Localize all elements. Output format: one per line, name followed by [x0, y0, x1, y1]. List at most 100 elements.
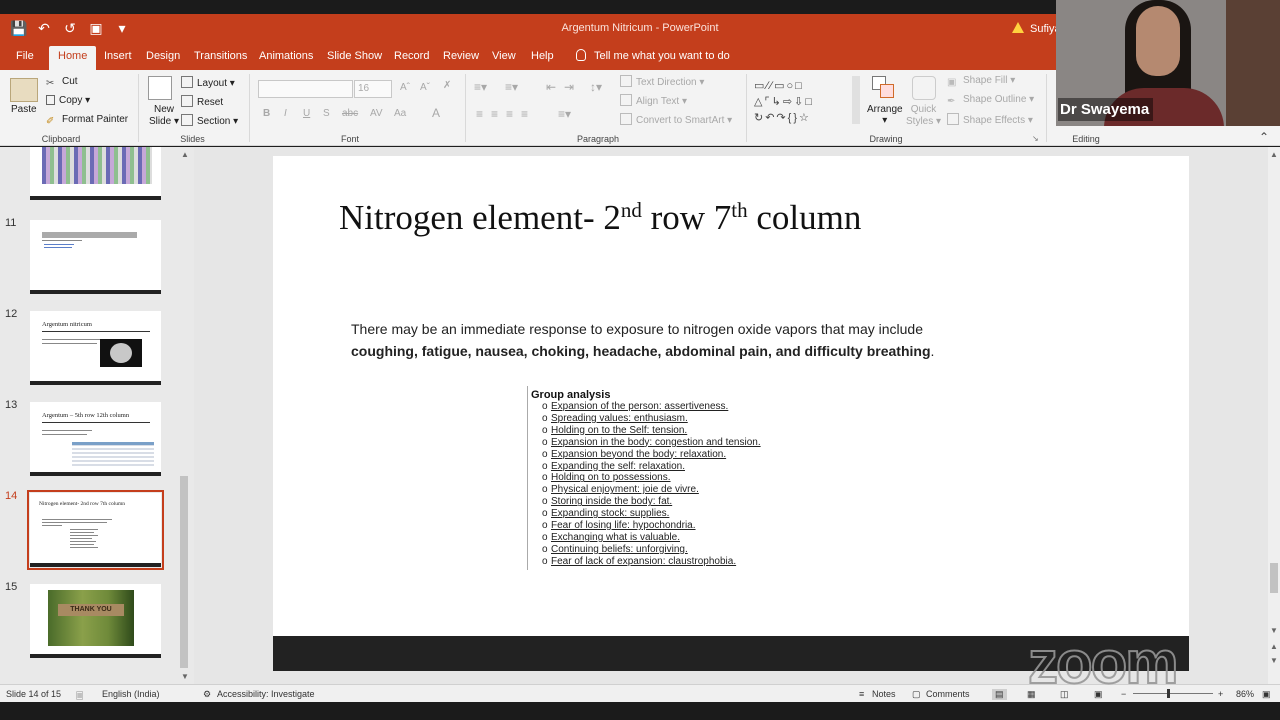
comments-icon: ▢	[912, 689, 921, 699]
increase-font-icon[interactable]: Aˆ	[400, 82, 410, 93]
shape-fill-button[interactable]: ▣ Shape Fill ▾	[947, 75, 1015, 89]
arrange-button[interactable]: Arrange ▾	[867, 104, 903, 126]
cut-button[interactable]: ✂ Cut	[46, 76, 78, 90]
font-name-combo[interactable]	[258, 80, 353, 98]
slide-title[interactable]: Nitrogen element- 2nd row 7th column	[339, 198, 861, 238]
drawing-dialog-launcher[interactable]: ↘	[1032, 134, 1039, 143]
zoom-level[interactable]: 86%	[1236, 689, 1254, 699]
shape-effects-button[interactable]: Shape Effects ▾	[947, 113, 1033, 126]
list-item: o Expanding the self: relaxation.	[542, 460, 685, 472]
tab-file[interactable]: File	[16, 50, 34, 62]
shape-outline-button[interactable]: ✒ Shape Outline ▾	[947, 94, 1034, 108]
panel-scroll-up-icon[interactable]: ▲	[181, 150, 189, 159]
section-button[interactable]: Section ▾	[181, 114, 238, 127]
decrease-font-icon[interactable]: Aˇ	[420, 82, 430, 93]
fit-to-window-icon[interactable]: ▣	[1262, 689, 1271, 700]
clear-format-icon[interactable]: ✗	[443, 80, 451, 91]
change-case-button[interactable]: Aa	[394, 108, 406, 119]
align-buttons[interactable]: ≡≡≡≡	[476, 107, 536, 121]
outdent-icon[interactable]: ⇥	[564, 80, 574, 94]
tab-design[interactable]: Design	[146, 50, 180, 62]
align-text-icon	[620, 94, 632, 106]
new-slide-icon[interactable]	[148, 76, 172, 100]
language-indicator[interactable]: English (India)	[102, 689, 160, 699]
format-painter-button[interactable]: ✐ Format Painter	[46, 114, 128, 128]
paste-button[interactable]: Paste	[11, 104, 37, 115]
slide-body-text[interactable]: There may be an immediate response to ex…	[351, 318, 951, 362]
list-item: o Holding on to the Self: tension.	[542, 424, 688, 436]
thumbnail-number: 14	[5, 490, 18, 502]
scissors-icon: ✂	[46, 78, 55, 89]
underline-button[interactable]: U	[303, 108, 310, 119]
convert-smartart-button[interactable]: Convert to SmartArt ▾	[620, 113, 732, 126]
tab-help[interactable]: Help	[531, 50, 554, 62]
italic-button[interactable]: I	[284, 108, 287, 119]
bottom-black-bar	[0, 702, 1280, 720]
copy-button[interactable]: Copy ▾	[46, 95, 90, 106]
main-scroll-up-icon[interactable]: ▲	[1270, 150, 1278, 159]
reset-button[interactable]: Reset	[181, 95, 223, 108]
notes-button[interactable]: Notes	[872, 689, 896, 699]
character-spacing-button[interactable]: AV	[370, 108, 383, 119]
slide-thumbnail-11[interactable]	[30, 220, 161, 294]
slide-thumbnail-15[interactable]: THANK YOU	[30, 584, 161, 658]
thumbnail-table	[72, 442, 154, 466]
collapse-ribbon-icon[interactable]: ⌃	[1259, 130, 1269, 144]
ribbon-separator	[249, 74, 250, 142]
numbering-icon[interactable]: ≡▾	[505, 80, 518, 94]
thumbnail-title: THANK YOU	[58, 604, 124, 616]
accessibility-status[interactable]: Accessibility: Investigate	[217, 689, 315, 699]
tell-me-search[interactable]: Tell me what you want to do	[576, 49, 730, 62]
tab-animations[interactable]: Animations	[259, 50, 313, 62]
clipboard-group-label: Clipboard	[41, 134, 81, 144]
smartart-icon	[620, 113, 632, 125]
tab-home[interactable]: Home	[49, 46, 97, 70]
normal-view-icon[interactable]: ▤	[992, 689, 1007, 700]
text-direction-button[interactable]: Text Direction ▾	[620, 75, 704, 88]
slide-thumbnail-14[interactable]: Nitrogen element- 2nd row 7th column	[27, 490, 164, 570]
reset-icon	[181, 95, 193, 107]
font-size-combo[interactable]: 16	[354, 80, 392, 98]
panel-scrollbar-thumb[interactable]	[180, 476, 188, 668]
align-text-button[interactable]: Align Text ▾	[620, 94, 687, 107]
list-item: o Expansion of the person: assertiveness.	[542, 401, 729, 412]
paste-icon[interactable]	[10, 78, 38, 102]
indent-icon[interactable]: ⇤	[546, 80, 556, 94]
next-slide-icon[interactable]: ▼	[1270, 656, 1278, 665]
shadow-button[interactable]: S	[323, 108, 330, 119]
main-scrollbar[interactable]	[1268, 147, 1280, 684]
lightbulb-icon	[576, 49, 586, 61]
group-analysis-box[interactable]: Group analysis o Expansion of the person:…	[527, 386, 807, 570]
tab-insert[interactable]: Insert	[104, 50, 132, 62]
font-color-button[interactable]: A	[432, 106, 440, 120]
shapes-gallery[interactable]: ▭∕∕▭○□ △⌜↳⇨⇩□ ↻↶↷{}☆	[754, 78, 862, 128]
shapes-scroll[interactable]	[852, 76, 860, 124]
main-scroll-down-icon[interactable]: ▼	[1270, 626, 1278, 635]
strikethrough-button[interactable]: abc	[342, 108, 358, 119]
main-scrollbar-thumb[interactable]	[1270, 563, 1278, 593]
new-slide-button[interactable]: New Slide ▾	[149, 104, 179, 128]
thumbnail-table	[42, 147, 152, 184]
bold-button[interactable]: B	[263, 108, 270, 119]
tab-transitions[interactable]: Transitions	[194, 50, 247, 62]
thumbnail-number: 13	[5, 399, 18, 411]
zoom-in-icon[interactable]: +	[1218, 689, 1223, 699]
columns-icon[interactable]: ≡▾	[558, 107, 571, 121]
line-spacing-icon[interactable]: ↕▾	[590, 80, 602, 94]
slide-thumbnail-13[interactable]: Argentum – 5th row 12th column	[30, 402, 161, 476]
previous-slide-icon[interactable]: ▲	[1270, 642, 1278, 651]
panel-scroll-down-icon[interactable]: ▼	[181, 672, 189, 681]
slide-thumbnail-12[interactable]: Argentum nitricum	[30, 311, 161, 385]
tab-view[interactable]: View	[492, 50, 516, 62]
comments-button[interactable]: Comments	[926, 689, 970, 699]
tab-slide-show[interactable]: Slide Show	[327, 50, 382, 62]
current-slide[interactable]: Nitrogen element- 2nd row 7th column The…	[273, 156, 1189, 671]
quick-styles-button[interactable]: Quick Styles ▾	[906, 104, 941, 128]
tab-record[interactable]: Record	[394, 50, 429, 62]
list-item: o Continuing beliefs: unforgiving.	[542, 543, 688, 555]
layout-button[interactable]: Layout ▾	[181, 76, 235, 89]
bullets-icon[interactable]: ≡▾	[474, 80, 487, 94]
tab-review[interactable]: Review	[443, 50, 479, 62]
slide-thumbnail-10[interactable]	[30, 147, 161, 200]
user-area[interactable]: Sufiya	[1012, 22, 1061, 35]
